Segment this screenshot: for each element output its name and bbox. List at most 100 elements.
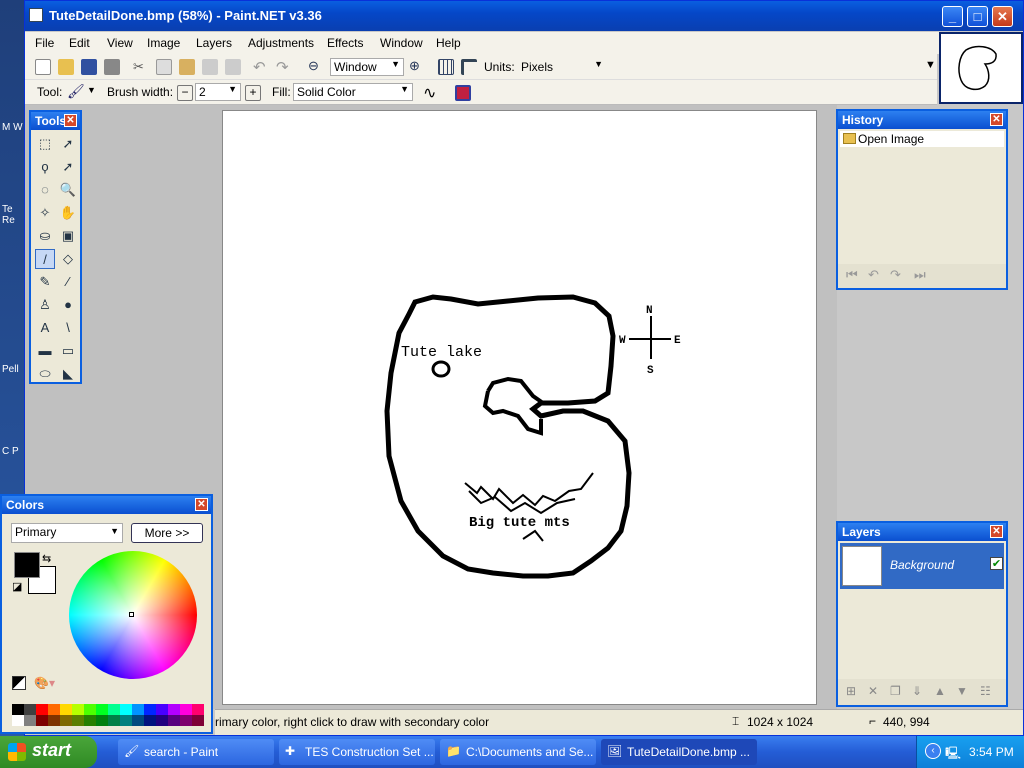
freeform-shape-icon[interactable]: ◣ [58, 364, 78, 384]
close-icon[interactable]: ✕ [990, 113, 1003, 126]
copy-icon[interactable] [156, 59, 172, 75]
palette-swatch[interactable] [192, 704, 204, 715]
rewind-icon[interactable]: ⏮ [846, 267, 858, 283]
rectangle-icon[interactable]: ▬ [35, 341, 55, 361]
layer-row[interactable]: Background ✔ [840, 543, 1004, 589]
desktop-icon-label[interactable]: Te Re [2, 204, 24, 226]
undo-icon[interactable]: ↶ [868, 267, 879, 283]
move-up-icon[interactable]: ▲ [934, 684, 946, 698]
brush-width-dropdown[interactable]: 2 ▼ [195, 83, 241, 101]
history-item[interactable]: Open Image [840, 131, 1004, 147]
palette-swatch[interactable] [60, 704, 72, 715]
rulers-icon[interactable] [461, 59, 477, 75]
palette-swatch[interactable] [132, 715, 144, 726]
close-button[interactable]: ✕ [992, 6, 1013, 27]
palette-swatch[interactable] [120, 715, 132, 726]
maximize-button[interactable]: □ [967, 6, 988, 27]
image-thumbnail[interactable] [939, 32, 1023, 104]
palette-swatch[interactable] [180, 704, 192, 715]
swap-colors-icon[interactable]: ⇆ [42, 552, 51, 565]
zoom-out-icon[interactable]: ⊖ [308, 58, 324, 74]
palette-swatch[interactable] [108, 715, 120, 726]
paintbrush-icon[interactable]: 🖌 [67, 83, 85, 99]
color-wheel-cursor[interactable] [129, 612, 134, 617]
text-icon[interactable]: A [35, 318, 55, 338]
image-canvas[interactable]: Tute lake Big tute mts N S E W [222, 110, 817, 705]
palette-swatch[interactable] [180, 715, 192, 726]
cut-icon[interactable]: ✂ [133, 59, 149, 75]
pencil-icon[interactable]: ✎ [35, 272, 55, 292]
palette-swatch[interactable] [36, 715, 48, 726]
palette-swatch[interactable] [84, 704, 96, 715]
taskbar-item[interactable]: 🖌 search - Paint [118, 739, 274, 765]
clone-stamp-icon[interactable]: ♙ [35, 295, 55, 315]
palette-swatch[interactable] [96, 715, 108, 726]
palette-swatch[interactable] [144, 715, 156, 726]
menu-effects[interactable]: Effects [327, 36, 363, 50]
taskbar-item-active[interactable]: 🖼 TuteDetailDone.bmp ... [601, 739, 757, 765]
duplicate-layer-icon[interactable]: ❐ [890, 684, 901, 698]
ellipse-icon[interactable]: ⬭ [35, 364, 55, 384]
move-down-icon[interactable]: ▼ [956, 684, 968, 698]
palette-swatch[interactable] [156, 704, 168, 715]
palette-swatch[interactable] [12, 715, 24, 726]
palette-swatch[interactable] [132, 704, 144, 715]
more-colors-button[interactable]: More >> [131, 523, 203, 543]
palette-swatch[interactable] [24, 704, 36, 715]
desktop-icon-label[interactable]: M W [2, 122, 23, 133]
palette-swatch[interactable] [120, 704, 132, 715]
minimize-button[interactable]: _ [942, 6, 963, 27]
paintbrush-icon[interactable]: / [35, 249, 55, 269]
menu-view[interactable]: View [107, 36, 133, 50]
palette-swatch[interactable] [144, 704, 156, 715]
increase-icon[interactable]: + [245, 85, 261, 101]
close-icon[interactable]: ✕ [990, 525, 1003, 538]
redo-icon[interactable]: ↷ [276, 58, 292, 76]
delete-layer-icon[interactable]: ✕ [868, 684, 878, 698]
ellipse-select-icon[interactable]: ◌ [35, 180, 55, 200]
deselect-icon[interactable] [225, 59, 241, 75]
palette-swatch[interactable] [192, 715, 204, 726]
antialias-icon[interactable]: ∿ [423, 83, 439, 102]
line-icon[interactable]: \ [58, 318, 78, 338]
palette-swatch[interactable] [36, 704, 48, 715]
color-picker-icon[interactable] [12, 676, 26, 690]
taskbar-item[interactable]: ✚ TES Construction Set ... [279, 739, 435, 765]
fast-forward-icon[interactable]: ⏭ [914, 267, 926, 283]
menu-help[interactable]: Help [436, 36, 461, 50]
palette-swatch[interactable] [108, 704, 120, 715]
reset-colors-icon[interactable]: ◪ [12, 580, 22, 593]
palette-swatch[interactable] [60, 715, 72, 726]
paint-bucket-icon[interactable]: ⛀ [35, 226, 55, 246]
open-icon[interactable] [58, 59, 74, 75]
start-button[interactable]: start [0, 736, 97, 768]
zoom-in-icon[interactable]: ⊕ [409, 58, 425, 74]
app-icon[interactable] [29, 8, 43, 22]
zoom-icon[interactable]: 🔍 [58, 180, 78, 200]
redo-icon[interactable]: ↷ [890, 267, 901, 283]
print-icon[interactable] [104, 59, 120, 75]
menu-image[interactable]: Image [147, 36, 180, 50]
menu-adjustments[interactable]: Adjustments [248, 36, 314, 50]
title-bar[interactable]: TuteDetailDone.bmp (58%) - Paint.NET v3.… [25, 1, 1023, 31]
palette-swatch[interactable] [84, 715, 96, 726]
palette-menu-icon[interactable]: 🎨▾ [34, 676, 55, 690]
network-icon[interactable]: 🖳 [945, 744, 961, 765]
palette-swatch[interactable] [24, 715, 36, 726]
recolor-icon[interactable]: ● [58, 295, 78, 315]
desktop-icon-label[interactable]: C P [2, 446, 19, 457]
tools-title-bar[interactable]: Tools ✕ [31, 112, 80, 130]
blend-mode-icon[interactable] [455, 85, 471, 101]
palette-swatch[interactable] [168, 704, 180, 715]
palette-swatch[interactable] [48, 704, 60, 715]
merge-layer-icon[interactable]: ⇓ [912, 684, 922, 698]
rounded-rectangle-icon[interactable]: ▭ [58, 341, 78, 361]
move-selected-icon[interactable]: ➚ [58, 157, 78, 177]
palette-swatch[interactable] [72, 715, 84, 726]
units-dropdown[interactable]: Pixels ▼ [517, 58, 607, 76]
layer-visible-checkbox[interactable]: ✔ [990, 557, 1003, 570]
layer-properties-icon[interactable]: ☷ [980, 684, 991, 698]
palette-swatch[interactable] [48, 715, 60, 726]
gradient-icon[interactable]: ▣ [58, 226, 78, 246]
color-mode-dropdown[interactable]: Primary ▼ [11, 523, 123, 543]
